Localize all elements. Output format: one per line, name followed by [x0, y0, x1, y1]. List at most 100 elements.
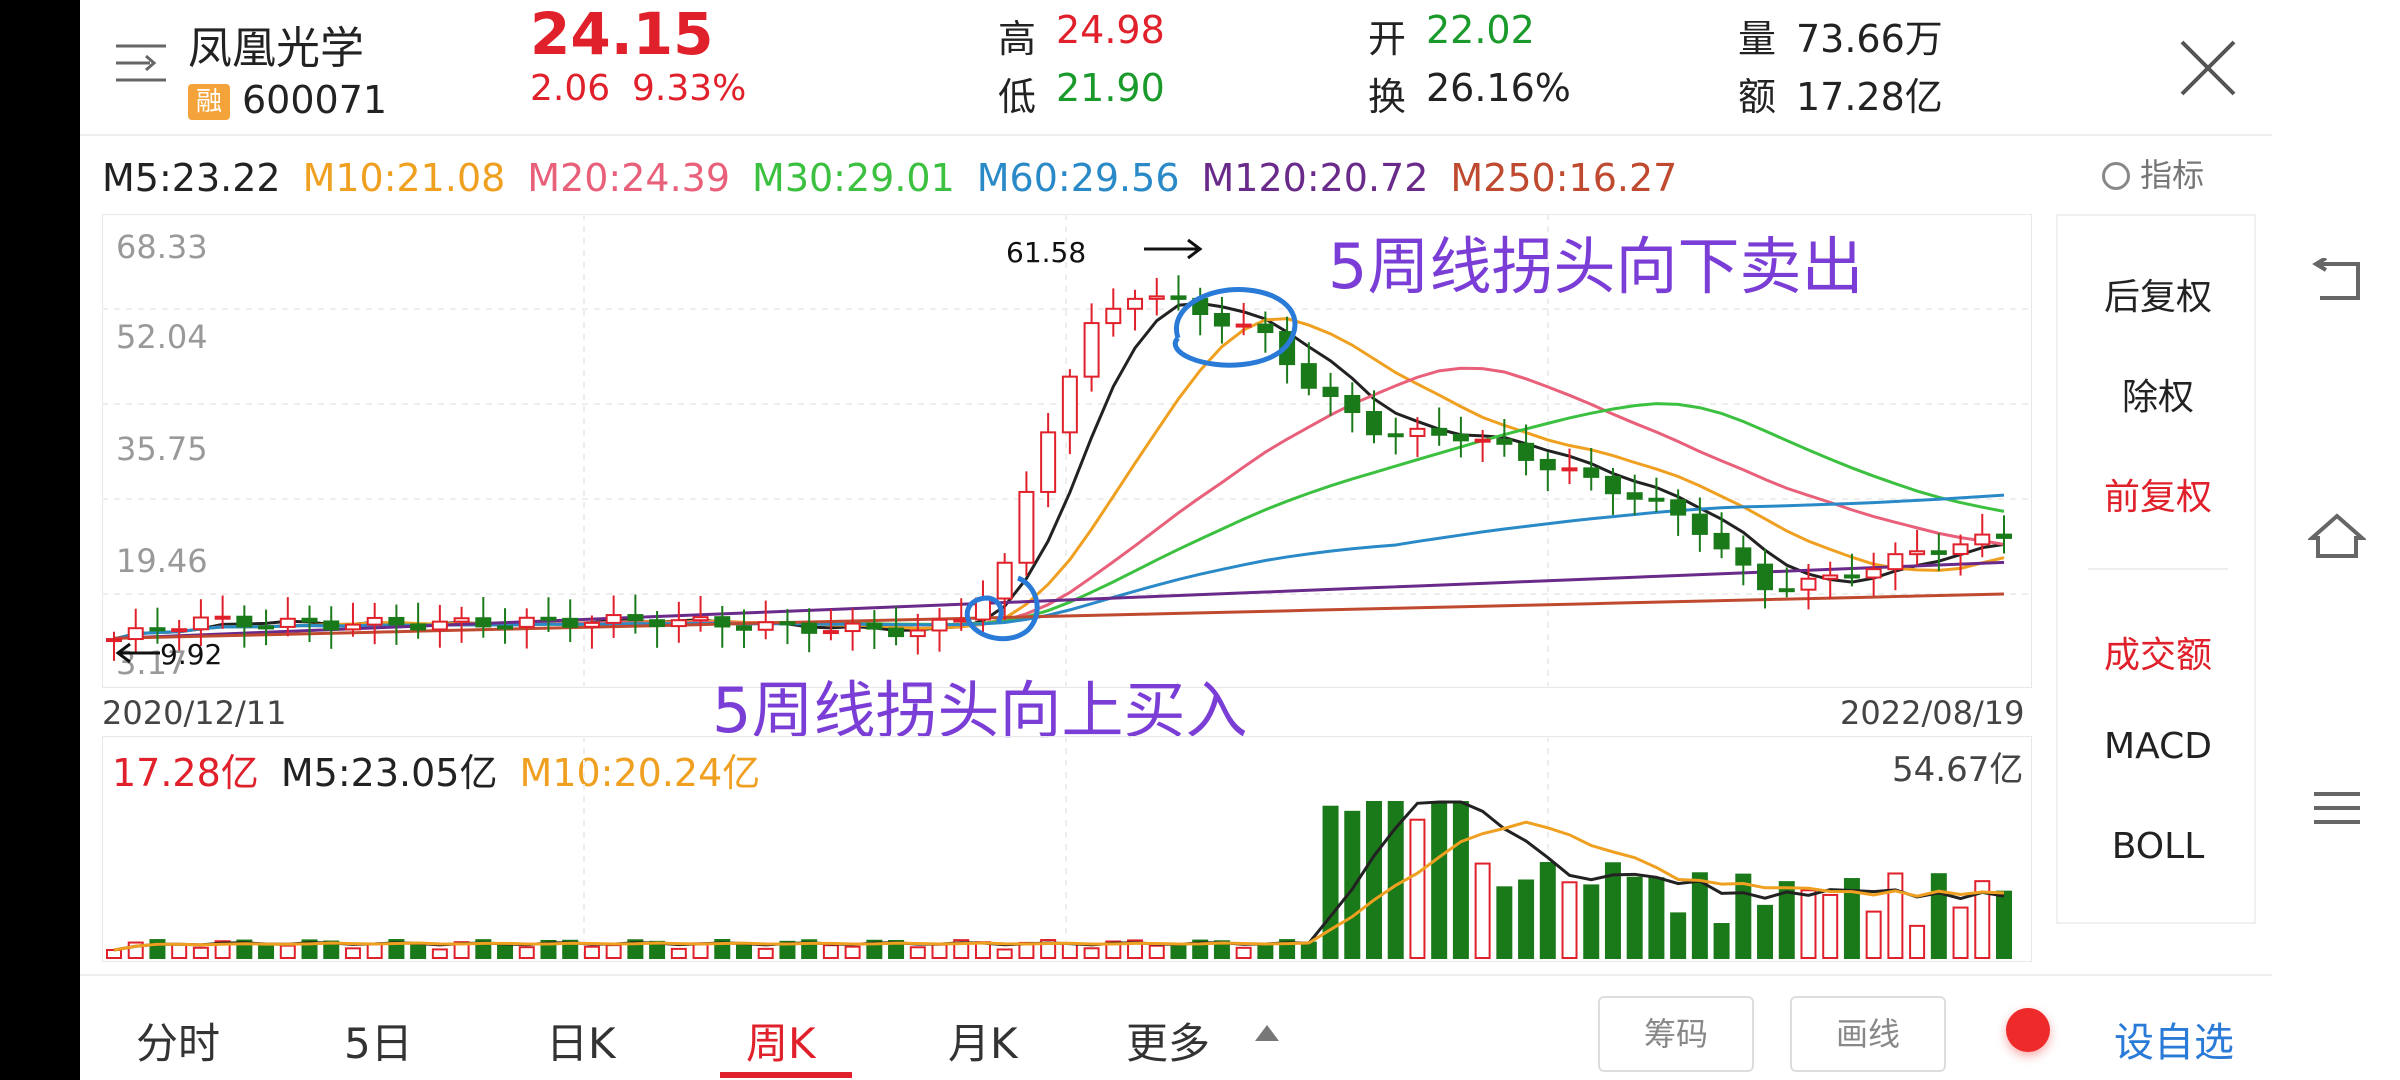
- volume-bar: [1518, 879, 1535, 959]
- tab-daily[interactable]: 日K: [546, 1010, 616, 1071]
- candle-up: [1800, 577, 1817, 591]
- candle-down: [736, 625, 752, 631]
- candle-down: [236, 615, 253, 628]
- candle-down: [475, 617, 492, 628]
- ma-legend-item: M5:23.22: [102, 156, 281, 200]
- candle-up: [1083, 322, 1100, 378]
- side-item-amount[interactable]: 成交额: [2058, 626, 2258, 678]
- candle-down: [1539, 458, 1556, 471]
- volume-bar: [171, 943, 188, 960]
- volume-bar: [431, 948, 448, 959]
- indicator-label: 指标: [2140, 156, 2205, 194]
- indicator-button[interactable]: 指标: [2102, 150, 2204, 196]
- side-item-macd[interactable]: MACD: [2058, 726, 2258, 767]
- tab-more[interactable]: 更多: [1126, 1010, 1210, 1071]
- volume-bar: [1800, 889, 1817, 959]
- tab-weekly[interactable]: 周K: [746, 1010, 816, 1071]
- price-change: 2.06: [530, 68, 611, 109]
- candle-up: [279, 617, 296, 628]
- volume-bar: [1061, 942, 1078, 959]
- buy-circle-mark: [964, 575, 1040, 642]
- volume-bar: [931, 943, 948, 959]
- turnover-label: 换: [1368, 75, 1407, 119]
- menu-lines: [116, 44, 166, 82]
- candle-up: [1887, 553, 1904, 571]
- back-icon[interactable]: [2310, 258, 2364, 304]
- candle-up: [214, 615, 231, 620]
- volume-bar: [909, 946, 926, 960]
- candle-down: [888, 627, 905, 638]
- volume-bar: [1626, 876, 1643, 960]
- home-icon[interactable]: [2308, 512, 2366, 560]
- ma-legend-item: M10:21.08: [302, 156, 506, 200]
- y-tick-3: 35.75: [116, 430, 208, 468]
- recents-icon[interactable]: [2310, 788, 2364, 828]
- side-panel: 后复权 除权 前复权 成交额 MACD BOLL: [2056, 214, 2256, 924]
- volume-bars: [106, 801, 2012, 960]
- volume-bar: [1670, 912, 1687, 959]
- tab-5day[interactable]: 5日: [344, 1010, 413, 1071]
- candle-down: [1322, 386, 1339, 397]
- caret-up-icon[interactable]: [1252, 1022, 1282, 1044]
- menu-icon[interactable]: [114, 40, 168, 86]
- candle-up: [1105, 307, 1122, 325]
- add-watchlist-button[interactable]: 设自选: [2114, 1010, 2234, 1068]
- candle-up: [1061, 375, 1078, 434]
- sell-annotation: 5周线拐头向下卖出: [1328, 230, 1864, 303]
- side-divider: [2088, 568, 2228, 570]
- volume-bar: [1996, 890, 2012, 959]
- candle-down: [323, 620, 340, 631]
- draw-line-button[interactable]: 画线: [1790, 996, 1946, 1072]
- candle-down: [1648, 497, 1665, 502]
- candle-up: [1952, 543, 1969, 555]
- ma-legend: M5:23.22 M10:21.08 M20:24.39 M30:29.01 M60:2…: [102, 156, 1699, 200]
- y-tick-2: 52.04: [116, 318, 208, 356]
- volume-bar: [1387, 801, 1404, 959]
- candle-down: [1778, 588, 1795, 593]
- candle-up: [1865, 568, 1882, 579]
- candle-up: [453, 617, 470, 623]
- side-item-post-adjust[interactable]: 后复权: [2058, 268, 2258, 320]
- volume-bar: [822, 944, 839, 960]
- volume-bar: [1713, 923, 1730, 959]
- candle-down: [1996, 533, 2012, 539]
- candle-up: [844, 622, 861, 633]
- candle-down: [497, 625, 514, 630]
- candle-down: [1735, 547, 1752, 566]
- chip-button[interactable]: 筹码: [1598, 996, 1754, 1072]
- volume-bar: [497, 943, 514, 959]
- current-price: 24.15: [530, 0, 714, 68]
- candle-down: [1626, 492, 1643, 500]
- close-icon[interactable]: [2178, 38, 2238, 98]
- volume-bar: [1757, 904, 1774, 959]
- low-arrow-icon: [115, 642, 160, 664]
- record-dot-icon[interactable]: [2006, 1008, 2050, 1052]
- tab-monthly[interactable]: 月K: [948, 1010, 1018, 1071]
- candle-up: [1561, 467, 1578, 472]
- volume-bar: [518, 946, 535, 959]
- volume-bar: [258, 945, 275, 960]
- volume-chart[interactable]: [102, 736, 2032, 962]
- side-item-ex-right[interactable]: 除权: [2058, 368, 2258, 420]
- volume-bar: [583, 945, 600, 959]
- candle-down: [627, 614, 644, 622]
- volume-bar: [996, 948, 1013, 959]
- candle-up: [1409, 427, 1426, 437]
- candle-down: [562, 617, 579, 628]
- candle-up: [670, 619, 687, 628]
- candle-up: [757, 621, 774, 631]
- candle-down: [1387, 433, 1404, 438]
- volume-bar: [106, 949, 122, 959]
- tab-intraday[interactable]: 分时: [136, 1010, 220, 1071]
- side-item-pre-adjust[interactable]: 前复权: [2058, 468, 2258, 520]
- ma-legend-item: M60:29.56: [976, 156, 1180, 200]
- turnover-value: 26.16%: [1426, 66, 1571, 110]
- volume-bar: [1561, 881, 1578, 960]
- candle-up: [127, 627, 144, 641]
- high-arrow-icon: [1144, 238, 1203, 260]
- volume-bar: [1539, 862, 1556, 959]
- side-item-boll[interactable]: BOLL: [2058, 826, 2258, 867]
- volume-bar: [1474, 862, 1491, 959]
- margin-badge: 融: [188, 84, 230, 120]
- volume-bar: [344, 947, 361, 960]
